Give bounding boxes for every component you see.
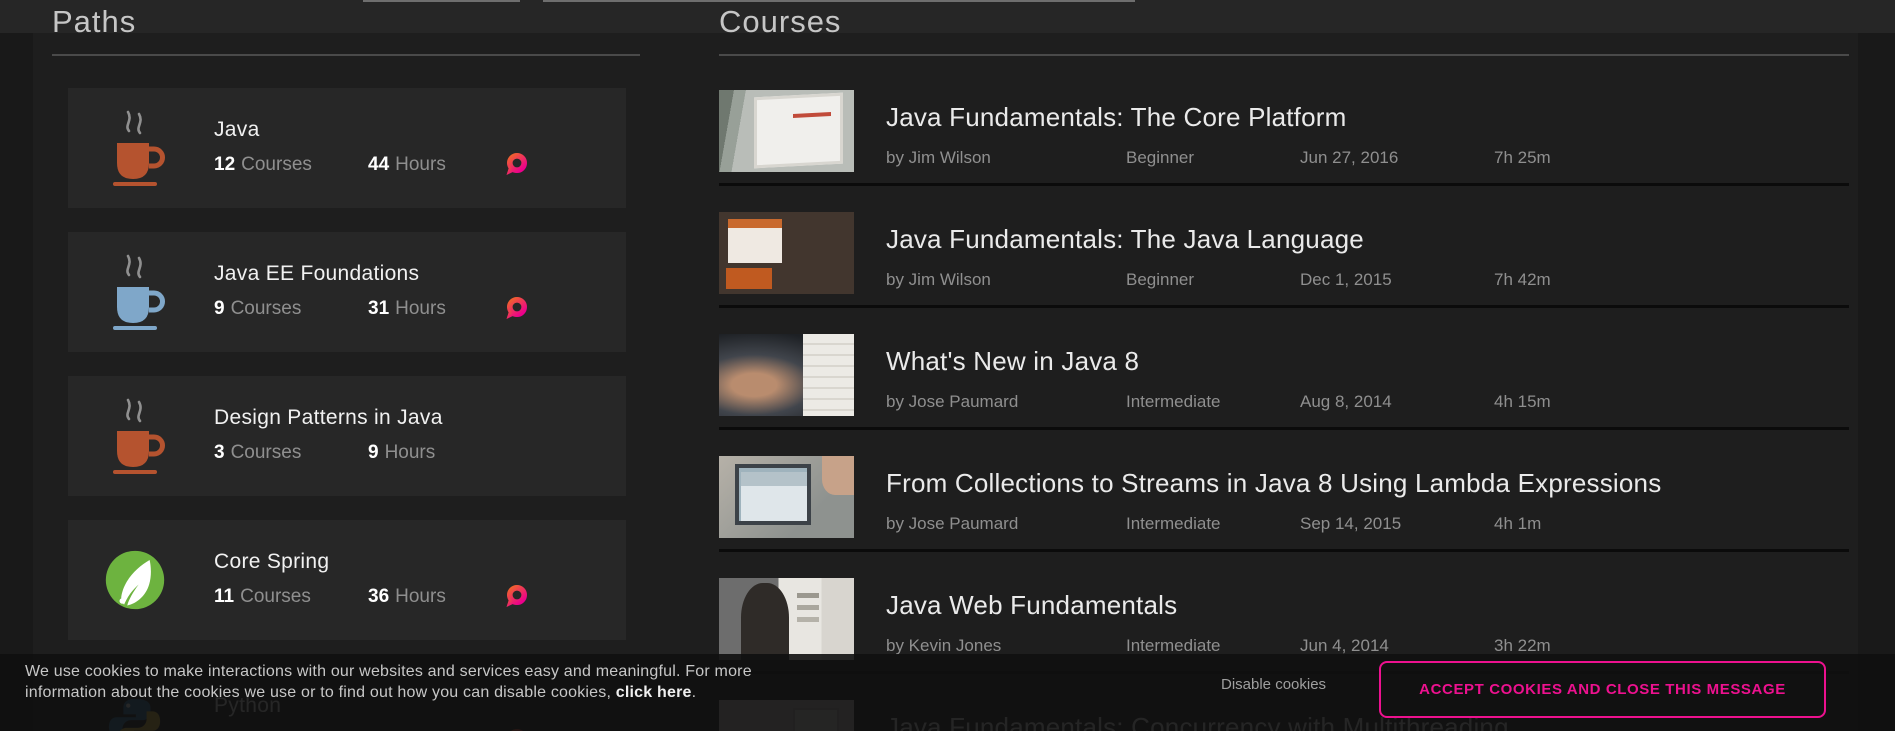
path-hours-label: Hours xyxy=(395,298,446,319)
course-duration: 3h 22m xyxy=(1494,636,1551,656)
course-date: Aug 8, 2014 xyxy=(1300,392,1392,412)
course-author: by Jose Paumard xyxy=(886,392,1018,411)
path-course-count: 3 xyxy=(214,442,225,463)
course-author: by Jose Paumard xyxy=(886,514,1018,533)
course-title[interactable]: Java Fundamentals: The Java Language xyxy=(886,224,1364,255)
course-author: by Kevin Jones xyxy=(886,636,1001,655)
path-card-core-spring[interactable]: Core Spring 11 Courses 36 Hours xyxy=(68,520,626,640)
course-duration: 4h 1m xyxy=(1494,514,1541,534)
course-author: by Jim Wilson xyxy=(886,270,991,289)
path-title: Java EE Foundations xyxy=(214,262,626,286)
course-duration: 4h 15m xyxy=(1494,392,1551,412)
course-title[interactable]: Java Fundamentals: The Core Platform xyxy=(886,102,1347,133)
right-gutter xyxy=(1858,33,1895,731)
path-course-count: 9 xyxy=(214,298,225,319)
course-title[interactable]: Java Web Fundamentals xyxy=(886,590,1177,621)
path-hours-label: Hours xyxy=(385,442,436,463)
course-thumbnail[interactable] xyxy=(719,212,854,294)
course-level: Intermediate xyxy=(1126,636,1221,656)
courses-section-title: Courses xyxy=(719,4,841,40)
path-courses-label: Courses xyxy=(231,442,302,463)
left-gutter xyxy=(0,33,33,731)
course-level: Beginner xyxy=(1126,270,1194,290)
course-author: by Jim Wilson xyxy=(886,148,991,167)
path-badge-icon xyxy=(504,296,528,322)
path-card-java-ee[interactable]: Java EE Foundations 9 Courses 31 Hours xyxy=(68,232,626,352)
cookie-message-line1: We use cookies to make interactions with… xyxy=(25,661,752,682)
paths-list: Java 12 Courses 44 Hours xyxy=(68,88,626,731)
coffee-cup-icon xyxy=(104,394,166,478)
paths-divider xyxy=(52,54,640,56)
courses-divider xyxy=(719,54,1849,56)
disable-cookies-link[interactable]: Disable cookies xyxy=(1221,676,1326,693)
cropped-input-border xyxy=(363,0,520,2)
course-duration: 7h 25m xyxy=(1494,148,1551,168)
cookie-message-line2: information about the cookies we use or … xyxy=(25,682,752,703)
course-date: Sep 14, 2015 xyxy=(1300,514,1401,534)
course-thumbnail[interactable] xyxy=(719,456,854,538)
coffee-cup-icon xyxy=(104,106,166,190)
path-courses-label: Courses xyxy=(241,154,312,175)
path-title: Core Spring xyxy=(214,550,626,574)
course-row[interactable]: What's New in Java 8 by Jose Paumard Int… xyxy=(719,308,1849,430)
path-title: Java xyxy=(214,118,626,142)
course-thumbnail[interactable] xyxy=(719,334,854,416)
course-title[interactable]: What's New in Java 8 xyxy=(886,346,1139,377)
search-results-page: Paths Java 12 Courses 44 Hours xyxy=(0,0,1895,731)
path-title: Design Patterns in Java xyxy=(214,406,626,430)
path-course-count: 11 xyxy=(214,586,234,607)
path-hours-label: Hours xyxy=(395,586,446,607)
course-date: Jun 27, 2016 xyxy=(1300,148,1398,168)
cookie-message: We use cookies to make interactions with… xyxy=(25,661,752,703)
course-row[interactable]: Java Fundamentals: The Core Platform by … xyxy=(719,64,1849,186)
spring-logo-icon xyxy=(104,538,166,622)
course-level: Beginner xyxy=(1126,148,1194,168)
path-badge-icon xyxy=(504,584,528,610)
path-hours-count: 44 xyxy=(368,154,389,175)
path-badge-icon xyxy=(504,152,528,178)
coffee-cup-icon xyxy=(104,250,166,334)
path-course-count: 12 xyxy=(214,154,235,175)
course-thumbnail[interactable] xyxy=(719,90,854,172)
course-level: Intermediate xyxy=(1126,392,1221,412)
click-here-link[interactable]: click here xyxy=(616,684,692,701)
path-card-java[interactable]: Java 12 Courses 44 Hours xyxy=(68,88,626,208)
path-courses-label: Courses xyxy=(231,298,302,319)
header-bottom-strip xyxy=(0,0,1895,33)
path-courses-label: Courses xyxy=(240,586,311,607)
course-level: Intermediate xyxy=(1126,514,1221,534)
cookie-banner: We use cookies to make interactions with… xyxy=(0,654,1895,731)
cropped-search-input-border xyxy=(543,0,1135,2)
path-hours-count: 31 xyxy=(368,298,389,319)
courses-list: Java Fundamentals: The Core Platform by … xyxy=(719,64,1849,731)
course-duration: 7h 42m xyxy=(1494,270,1551,290)
course-thumbnail[interactable] xyxy=(719,578,854,660)
course-title[interactable]: From Collections to Streams in Java 8 Us… xyxy=(886,468,1661,499)
path-hours-count: 9 xyxy=(368,442,379,463)
course-row[interactable]: From Collections to Streams in Java 8 Us… xyxy=(719,430,1849,552)
path-hours-count: 36 xyxy=(368,586,389,607)
path-card-design-patterns[interactable]: Design Patterns in Java 3 Courses 9 Hours xyxy=(68,376,626,496)
path-hours-label: Hours xyxy=(395,154,446,175)
course-date: Jun 4, 2014 xyxy=(1300,636,1389,656)
paths-section-title: Paths xyxy=(52,4,136,40)
course-date: Dec 1, 2015 xyxy=(1300,270,1392,290)
accept-cookies-button[interactable]: ACCEPT COOKIES AND CLOSE THIS MESSAGE xyxy=(1379,661,1826,718)
course-row[interactable]: Java Fundamentals: The Java Language by … xyxy=(719,186,1849,308)
